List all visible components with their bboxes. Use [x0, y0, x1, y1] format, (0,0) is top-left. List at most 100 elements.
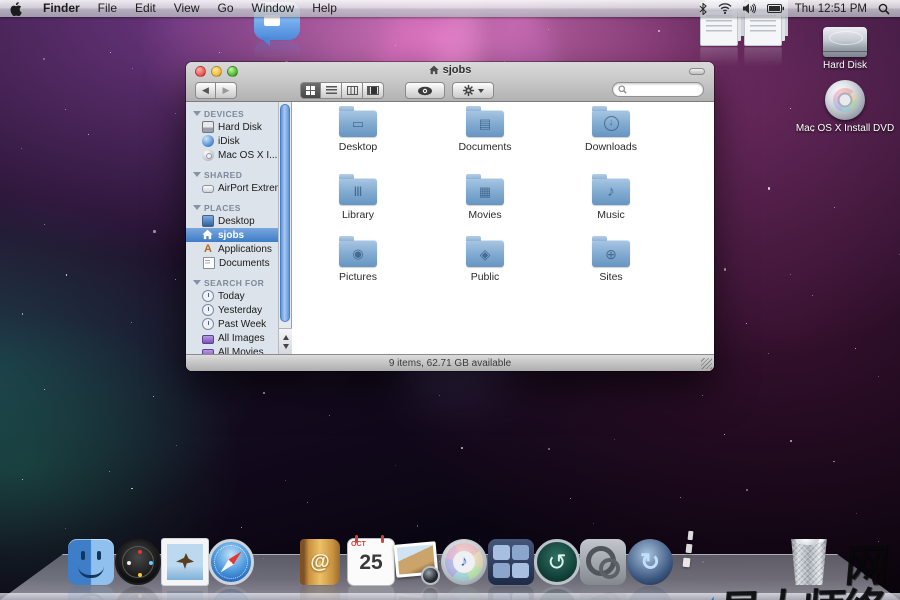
dock-icon-dashboard[interactable]	[115, 539, 161, 585]
sidebar-item-label: All Movies	[218, 347, 264, 355]
folder-public[interactable]: Public	[443, 240, 527, 283]
dock-icon-finder[interactable]	[68, 539, 114, 585]
volume-icon[interactable]	[743, 3, 756, 14]
quick-look-button[interactable]	[405, 82, 445, 99]
drive-icon	[202, 121, 214, 133]
sidebar-item-documents[interactable]: Documents	[186, 256, 278, 270]
section-header-devices[interactable]: DEVICES	[186, 107, 278, 120]
folder-label: Downloads	[569, 141, 653, 153]
action-menu-button[interactable]	[452, 82, 494, 99]
menu-item-finder[interactable]: Finder	[43, 0, 80, 17]
dock-icon-system-preferences[interactable]	[580, 539, 626, 585]
clock-icon	[202, 318, 214, 330]
scroll-up-arrow[interactable]	[283, 335, 289, 340]
apple-menu-icon[interactable]	[10, 2, 23, 16]
music-folder-icon	[592, 178, 630, 205]
menu-item-edit[interactable]: Edit	[135, 0, 156, 17]
camera-lens-icon	[421, 566, 440, 585]
spotlight-icon[interactable]	[878, 3, 890, 15]
menu-item-window[interactable]: Window	[252, 0, 295, 17]
folder-desktop[interactable]: Desktop	[316, 110, 400, 153]
forward-button[interactable]: ▶	[216, 82, 237, 99]
sidebar-item-label: Desktop	[218, 216, 255, 227]
sidebar-item-hard-disk[interactable]: Hard Disk	[186, 120, 278, 134]
dock-icon-ical[interactable]: OCT 25	[348, 539, 394, 585]
sidebar-item-desktop[interactable]: Desktop	[186, 214, 278, 228]
idisk-globe-icon	[202, 135, 214, 147]
dock-icon-spaces[interactable]	[488, 539, 534, 585]
list-view-button[interactable]	[321, 82, 342, 99]
section-header-places[interactable]: PLACES	[186, 201, 278, 214]
menu-item-view[interactable]: View	[174, 0, 200, 17]
sidebar-item-all-images[interactable]: All Images	[186, 331, 278, 345]
battery-icon[interactable]	[767, 4, 784, 13]
search-icon	[618, 85, 627, 94]
coverflow-view-button[interactable]	[363, 82, 384, 99]
sidebar-item-install-disc[interactable]: Mac OS X I...	[186, 148, 278, 162]
dock-icon-trash[interactable]	[790, 539, 828, 585]
folder-library[interactable]: Library	[316, 178, 400, 221]
menu-item-go[interactable]: Go	[218, 0, 234, 17]
dock-icon-time-machine[interactable]: ↺	[534, 539, 580, 585]
search-field[interactable]	[612, 82, 704, 97]
file-view[interactable]: Desktop Documents Downloads Library Movi…	[293, 102, 714, 354]
dock-icon-isync[interactable]: ↻	[627, 539, 673, 585]
sync-arrows-icon: ↻	[640, 548, 660, 577]
resize-grip[interactable]	[701, 358, 712, 369]
folder-label: Pictures	[316, 271, 400, 283]
dock-icon-iphoto[interactable]	[394, 539, 440, 585]
desktop-icon	[202, 215, 214, 227]
sidebar-item-today[interactable]: Today	[186, 289, 278, 303]
back-button[interactable]: ◀	[195, 82, 216, 99]
column-view-icon	[347, 86, 358, 95]
section-header-shared[interactable]: SHARED	[186, 168, 278, 181]
section-header-search-for[interactable]: SEARCH FOR	[186, 276, 278, 289]
menu-bar-clock[interactable]: Thu 12:51 PM	[795, 3, 867, 15]
folder-downloads[interactable]: Downloads	[569, 110, 653, 153]
dock-icon-safari[interactable]	[208, 539, 254, 585]
sidebar-scrollbar[interactable]	[278, 102, 291, 354]
icon-view-button[interactable]	[300, 82, 321, 99]
title-bar[interactable]: sjobs	[186, 62, 714, 81]
ical-day-label: 25	[348, 551, 394, 575]
sidebar: DEVICES Hard Disk iDisk Mac OS X I... SH…	[186, 102, 292, 354]
folder-pictures[interactable]: Pictures	[316, 240, 400, 283]
folder-music[interactable]: Music	[569, 178, 653, 221]
scroll-down-arrow[interactable]	[283, 344, 289, 349]
pictures-folder-icon	[339, 240, 377, 267]
disclosure-triangle-icon	[193, 205, 201, 210]
document-icon	[203, 257, 215, 269]
scrollbar-thumb[interactable]	[280, 104, 290, 322]
window-chrome[interactable]: sjobs ◀ ▶	[186, 62, 714, 102]
sidebar-item-yesterday[interactable]: Yesterday	[186, 303, 278, 317]
dock-icon-mail[interactable]	[162, 539, 208, 585]
dock-icon-itunes[interactable]	[441, 539, 487, 585]
folder-documents[interactable]: Documents	[443, 110, 527, 153]
sidebar-item-all-movies[interactable]: All Movies	[186, 345, 278, 354]
folder-label: Public	[443, 271, 527, 283]
sidebar-item-label: iDisk	[218, 136, 240, 147]
menu-item-help[interactable]: Help	[312, 0, 337, 17]
folder-sites[interactable]: Sites	[569, 240, 653, 283]
search-input[interactable]	[627, 84, 697, 95]
section-label: PLACES	[204, 203, 241, 213]
desktop-icon-hard-disk[interactable]: Hard Disk	[785, 27, 900, 71]
toolbar: ◀ ▶	[186, 81, 714, 102]
collapse-widget[interactable]	[689, 68, 705, 75]
sidebar-item-airport-extreme[interactable]: AirPort Extreme	[186, 181, 278, 195]
bluetooth-icon[interactable]	[699, 3, 707, 15]
sidebar-item-label: Mac OS X I...	[218, 150, 277, 161]
dvd-disc-icon	[825, 80, 865, 120]
sidebar-item-applications[interactable]: AApplications	[186, 242, 278, 256]
folder-movies[interactable]: Movies	[443, 178, 527, 221]
wifi-icon[interactable]	[718, 3, 732, 14]
dropdown-caret-icon	[478, 89, 484, 93]
documents-folder-icon	[466, 110, 504, 137]
sidebar-item-idisk[interactable]: iDisk	[186, 134, 278, 148]
dock-icon-address-book[interactable]	[300, 539, 340, 585]
column-view-button[interactable]	[342, 82, 363, 99]
desktop-icon-install-dvd[interactable]: Mac OS X Install DVD	[785, 80, 900, 134]
sidebar-item-past-week[interactable]: Past Week	[186, 317, 278, 331]
sidebar-item-sjobs-selected[interactable]: sjobs	[186, 228, 278, 242]
menu-item-file[interactable]: File	[98, 0, 117, 17]
